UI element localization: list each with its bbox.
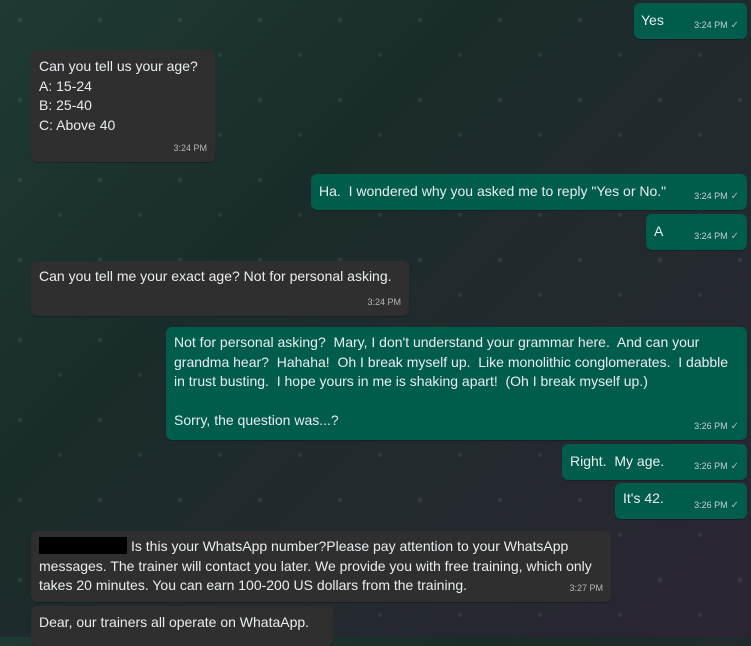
message-text: Dear, our trainers all operate on WhataA… — [39, 614, 310, 630]
outgoing-message[interactable]: Right. My age. 3:26 PM ✓ — [562, 444, 747, 480]
outgoing-message[interactable]: A 3:24 PM ✓ — [646, 214, 747, 250]
sent-check-icon: ✓ — [730, 499, 739, 511]
message-time: 3:27 PM — [569, 582, 603, 593]
sent-check-icon: ✓ — [730, 460, 739, 472]
outgoing-message[interactable]: Yes 3:24 PM ✓ — [634, 3, 747, 39]
sent-check-icon: ✓ — [730, 420, 739, 432]
message-meta: 3:24 PM ✓ — [694, 227, 739, 247]
message-time: 3:24 PM — [694, 230, 728, 241]
message-text: Can you tell us your age? A: 15-24 B: 25… — [39, 58, 198, 133]
message-text: Not for personal asking? Mary, I don't u… — [174, 334, 729, 428]
message-time: 3:24 PM — [694, 19, 728, 30]
redaction-bar — [39, 537, 127, 554]
message-meta: 3:24 PM ✓ — [694, 187, 739, 207]
message-time: 3:26 PM — [694, 460, 728, 471]
message-meta: 3:26 PM ✓ — [694, 496, 739, 516]
incoming-message[interactable]: Can you tell me your exact age? Not for … — [31, 261, 409, 316]
sent-check-icon: ✓ — [730, 230, 739, 242]
outgoing-message[interactable]: It's 42. 3:26 PM ✓ — [615, 483, 747, 519]
message-time: 3:26 PM — [694, 420, 728, 431]
sent-check-icon: ✓ — [730, 19, 739, 31]
outgoing-message[interactable]: Ha. I wondered why you asked me to reply… — [311, 174, 747, 210]
sent-check-icon: ✓ — [730, 190, 739, 202]
message-meta: 3:24 PM ✓ — [694, 16, 739, 36]
incoming-message[interactable]: Is this your WhatsApp number?Please pay … — [31, 531, 611, 602]
message-time: 3:24 PM — [367, 296, 401, 307]
message-meta: 3:26 PM ✓ — [694, 457, 739, 477]
message-text: Can you tell me your exact age? Not for … — [39, 268, 392, 284]
message-text: Yes — [641, 12, 664, 28]
message-text: Ha. I wondered why you asked me to reply… — [319, 183, 667, 199]
outgoing-message[interactable]: Not for personal asking? Mary, I don't u… — [166, 327, 747, 440]
message-text: A — [654, 223, 664, 239]
incoming-message[interactable]: Can you tell us your age? A: 15-24 B: 25… — [31, 50, 215, 162]
message-text: Right. My age. — [570, 453, 665, 469]
message-time: 3:24 PM — [694, 190, 728, 201]
incoming-message[interactable]: Dear, our trainers all operate on WhataA… — [31, 606, 333, 646]
message-time: 3:24 PM — [173, 142, 207, 153]
message-meta: 3:26 PM ✓ — [694, 417, 739, 437]
message-time: 3:26 PM — [694, 499, 728, 510]
message-text: Is this your WhatsApp number?Please pay … — [39, 537, 603, 596]
message-text: It's 42. — [623, 490, 664, 506]
